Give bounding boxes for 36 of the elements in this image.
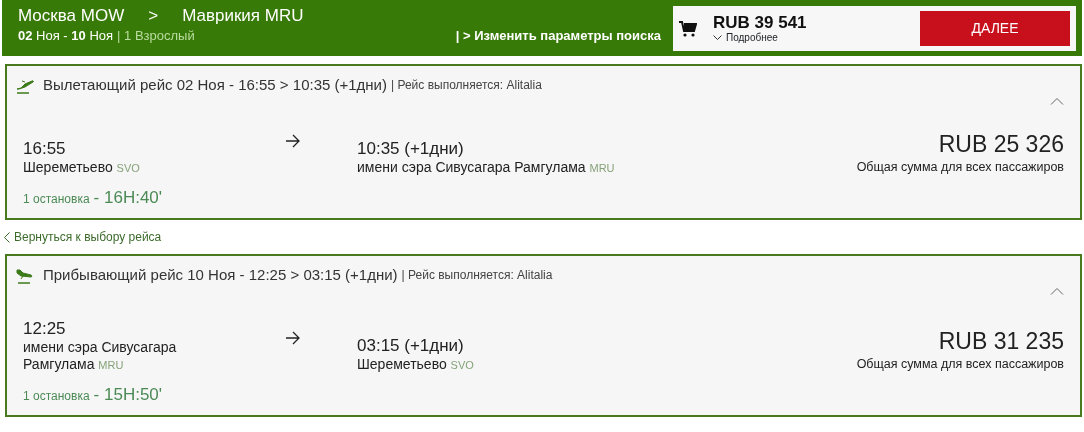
flight-duration: - 15H:50' xyxy=(93,383,163,406)
flight-title: Вылетающий рейс 02 Ноя - 16:55 > 10:35 (+1дни) xyxy=(43,75,387,95)
arrow-icon xyxy=(285,134,301,149)
airport-name: имени сэра Сивусагара Рамгулама MRU xyxy=(23,338,178,374)
chevron-left-icon[interactable] xyxy=(4,231,10,243)
flight-operator: | Рейс выполняется: Alitalia xyxy=(401,267,553,285)
flight-operator: | Рейс выполняется: Alitalia xyxy=(391,77,542,95)
trip-dates: 02 Ноя - 10 Ноя xyxy=(18,27,114,45)
chevron-down-icon[interactable] xyxy=(713,34,722,41)
airport-name: имени сэра Сивусагара Рамгулама MRU xyxy=(357,158,615,177)
destination-city: Маврикия MRU xyxy=(182,5,304,27)
flight-time: 16:55 xyxy=(23,138,67,159)
price-note: Общая сумма для всех пассажиров xyxy=(856,355,1064,373)
arrow-icon xyxy=(285,331,301,346)
cart-icon xyxy=(679,20,697,37)
details-link[interactable]: Подробнее xyxy=(726,31,778,44)
passenger-count: | 1 Взрослый xyxy=(117,27,195,45)
stop-count: 1 остановка xyxy=(23,190,90,208)
back-link[interactable]: Вернуться к выбору рейса xyxy=(14,228,162,246)
flight-time: 10:35 (+1дни) xyxy=(357,138,465,159)
flight-duration: - 16H:40' xyxy=(93,186,163,209)
flight-time: 12:25 xyxy=(23,318,67,339)
flight-price: RUB 31 235 xyxy=(937,326,1064,355)
flight-title: Прибывающий рейс 10 Ноя - 12:25 > 03:15 (+1дни) xyxy=(43,265,398,285)
cart-total: RUB 39 541 xyxy=(713,13,808,32)
origin-city: Москва MOW xyxy=(18,5,125,27)
plane-icon xyxy=(15,266,35,285)
flight-time: 03:15 (+1дни) xyxy=(357,335,465,356)
route-separator: > xyxy=(148,5,159,27)
next-button[interactable]: ДАЛЕЕ xyxy=(920,11,1070,46)
stop-count: 1 остановка xyxy=(23,387,90,405)
flight-price: RUB 25 326 xyxy=(937,129,1064,158)
airport-name: Шереметьево SVO xyxy=(23,158,141,177)
price-note: Общая сумма для всех пассажиров xyxy=(856,158,1064,176)
airport-name: Шереметьево SVO xyxy=(357,355,474,374)
change-search-link[interactable]: | > Изменить параметры поиска xyxy=(455,27,661,45)
